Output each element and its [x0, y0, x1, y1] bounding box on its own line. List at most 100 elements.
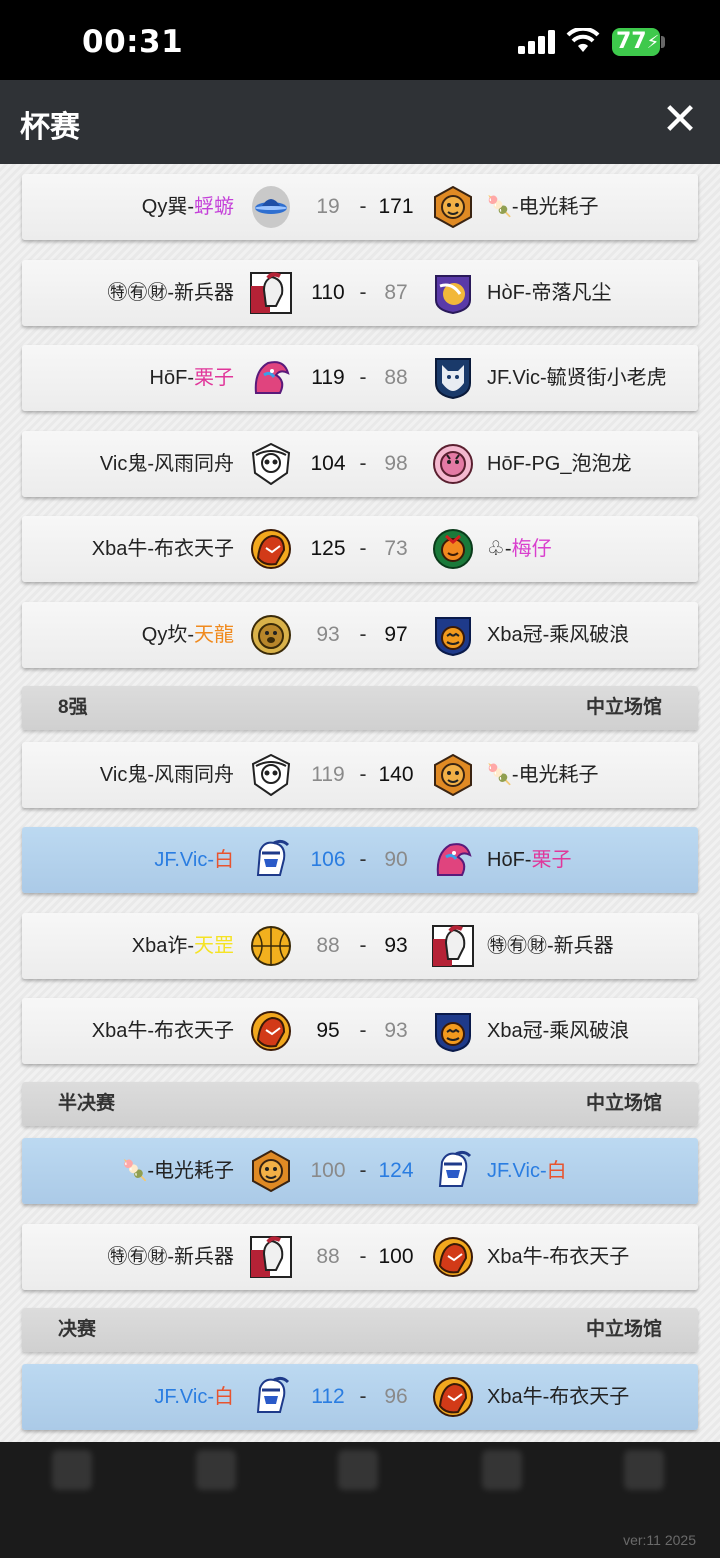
away-team-name: JF.Vic-毓贤街小老虎 [487, 367, 667, 389]
nav-item [166, 1442, 266, 1558]
away-score: 90 [384, 848, 408, 871]
round-header: 半决赛 中立场馆 [22, 1082, 698, 1126]
away-team-name: 🍡-电光耗子 [487, 764, 599, 786]
demon-logo-icon [250, 528, 292, 570]
score-separator: - [359, 1159, 367, 1182]
away-team-name: HòF-帝落凡尘 [487, 282, 612, 304]
home-team-suffix: 白 [214, 849, 234, 871]
away-score: 73 [384, 537, 408, 560]
away-team-name: ㊕㊒㊖-新兵器 [487, 935, 614, 957]
score-separator: - [359, 537, 367, 560]
away-team: ㊕㊒㊖-新兵器 [487, 913, 614, 979]
match-row[interactable]: Xba诈-天罡 88 - 93 ㊕㊒㊖-新兵器 [22, 913, 698, 979]
home-team: Vic鬼-风雨同舟 [100, 431, 234, 497]
knight-logo-icon [250, 839, 292, 881]
match-row[interactable]: Vic鬼-风雨同舟 119 - 140 🍡-电光耗子 [22, 742, 698, 808]
away-team-name: Xba冠-乘风破浪 [487, 624, 630, 646]
score-separator: - [359, 452, 367, 475]
match-row[interactable]: Qy巽-蜉蝣 19 - 171 🍡-电光耗子 [22, 174, 698, 240]
away-team: 🍡-电光耗子 [487, 742, 599, 808]
home-team-name: 🍡-电光耗子 [122, 1160, 234, 1182]
away-team-suffix: 梅仔 [511, 538, 552, 560]
away-team: Xba牛-布衣天子 [487, 1364, 629, 1430]
home-score: 110 [311, 281, 345, 304]
home-team-name: Vic鬼-风雨同舟 [99, 764, 234, 786]
home-team: Xba牛-布衣天子 [92, 516, 234, 582]
home-team: Vic鬼-风雨同舟 [100, 742, 234, 808]
home-team-prefix: Qy坎- [141, 624, 194, 646]
away-score: 93 [384, 934, 408, 957]
home-team-name: ㊕㊒㊖-新兵器 [107, 1246, 234, 1268]
home-team-suffix: 蜉蝣 [194, 196, 234, 218]
away-team-name: Xba冠-乘风破浪 [487, 1020, 630, 1042]
match-row[interactable]: ㊕㊒㊖-新兵器 88 - 100 Xba牛-布衣天子 [22, 1224, 698, 1290]
score-separator: - [359, 281, 367, 304]
battery-tip [661, 36, 665, 48]
score-separator: - [359, 1019, 367, 1042]
demon-logo-icon [432, 1236, 474, 1278]
home-score: 125 [310, 537, 346, 560]
pink-tiger-logo-icon [432, 443, 474, 485]
close-button[interactable]: ✕ [660, 98, 700, 142]
match-row[interactable]: ㊕㊒㊖-新兵器 110 - 87 HòF-帝落凡尘 [22, 260, 698, 326]
purple-vortex-logo-icon [432, 272, 474, 314]
match-row-highlighted[interactable]: 🍡-电光耗子 100 - 124 JF.Vic-白 [22, 1138, 698, 1204]
score-separator: - [359, 763, 367, 786]
tiger-logo-icon [432, 186, 474, 228]
away-team: HōF-栗子 [487, 827, 571, 893]
round-name: 8强 [58, 697, 88, 718]
score-separator: - [359, 366, 367, 389]
knight-logo-icon [432, 1150, 474, 1192]
bracket-list[interactable]: Qy巽-蜉蝣 19 - 171 🍡-电光耗子 ㊕㊒㊖-新兵器 110 - 87 … [0, 164, 720, 1442]
nav-item [452, 1442, 552, 1558]
knight-logo-icon [250, 1376, 292, 1418]
score-separator: - [359, 1245, 367, 1268]
away-team: HòF-帝落凡尘 [487, 260, 611, 326]
home-team-suffix: 天罡 [194, 935, 234, 957]
home-team: ㊕㊒㊖-新兵器 [107, 260, 234, 326]
home-score: 95 [316, 1019, 340, 1042]
home-score: 88 [316, 934, 340, 957]
away-score: 140 [378, 763, 414, 786]
pink-dragon-logo-icon [250, 357, 292, 399]
away-team: JF.Vic-毓贤街小老虎 [487, 345, 667, 411]
nav-tab-icon [482, 1450, 522, 1490]
home-score: 112 [311, 1385, 345, 1408]
wifi-icon [566, 28, 600, 52]
away-team-name: Xba牛-布衣天子 [487, 1246, 630, 1268]
round-venue: 中立场馆 [585, 697, 662, 718]
away-team: Xba冠-乘风破浪 [487, 602, 629, 668]
home-score: 119 [311, 366, 345, 389]
match-row-highlighted[interactable]: JF.Vic-白 106 - 90 HōF-栗子 [22, 827, 698, 893]
home-team: Qy巽-蜉蝣 [142, 174, 234, 240]
home-score: 119 [311, 763, 345, 786]
away-team-name: 🍡-电光耗子 [487, 196, 599, 218]
nav-item [22, 1442, 122, 1558]
score-separator: - [359, 848, 367, 871]
match-row[interactable]: Qy坎-天龍 93 - 97 Xba冠-乘风破浪 [22, 602, 698, 668]
home-score: 88 [316, 1245, 340, 1268]
match-row[interactable]: Xba牛-布衣天子 125 - 73 ♧-梅仔 [22, 516, 698, 582]
match-row[interactable]: HōF-栗子 119 - 88 JF.Vic-毓贤街小老虎 [22, 345, 698, 411]
match-row[interactable]: Xba牛-布衣天子 95 - 93 Xba冠-乘风破浪 [22, 998, 698, 1064]
nav-tab-icon [338, 1450, 378, 1490]
home-team-suffix: 天龍 [194, 624, 234, 646]
away-score: 87 [384, 281, 408, 304]
spartan-logo-icon [432, 925, 474, 967]
home-team: Xba牛-布衣天子 [92, 998, 234, 1064]
pink-dragon-logo-icon [432, 839, 474, 881]
match-row-highlighted[interactable]: JF.Vic-白 112 - 96 Xba牛-布衣天子 [22, 1364, 698, 1430]
away-score: 124 [378, 1159, 414, 1182]
home-team-name: ㊕㊒㊖-新兵器 [107, 282, 234, 304]
score-separator: - [359, 195, 367, 218]
basketball-logo-icon [250, 925, 292, 967]
away-team: JF.Vic-白 [487, 1138, 567, 1204]
home-team: HōF-栗子 [150, 345, 234, 411]
skull-logo-icon [250, 443, 292, 485]
match-row[interactable]: Vic鬼-风雨同舟 104 - 98 HōF-PG_泡泡龙 [22, 431, 698, 497]
home-score: 104 [310, 452, 346, 475]
away-team: ♧-梅仔 [487, 516, 552, 582]
away-score: 98 [384, 452, 408, 475]
score-separator: - [359, 1385, 367, 1408]
home-score: 93 [316, 623, 340, 646]
